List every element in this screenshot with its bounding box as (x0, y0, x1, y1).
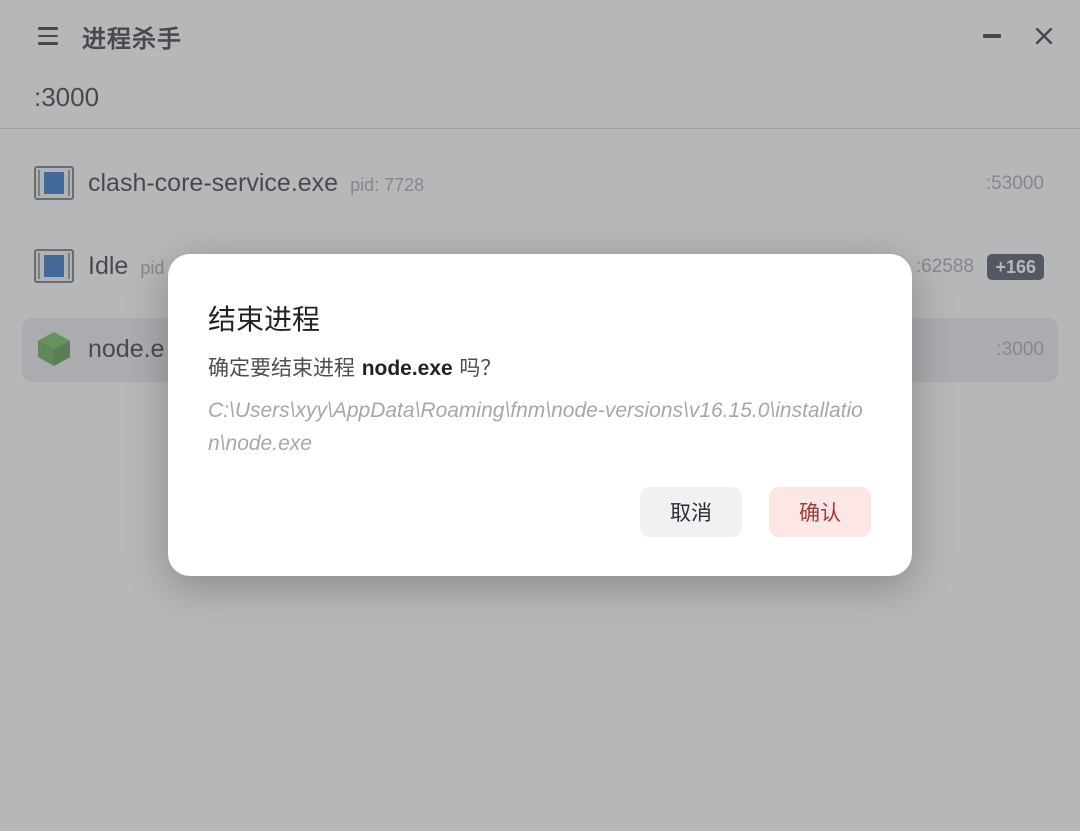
process-killer-window: 进程杀手 clash-core-service.exepid: 7728 :53… (0, 0, 1080, 831)
dialog-message-prefix: 确定要结束进程 (208, 356, 355, 380)
dialog-process-name: node.exe (361, 357, 453, 380)
dialog-title: 结束进程 (208, 303, 321, 336)
cancel-button[interactable]: 取消 (640, 487, 742, 537)
confirm-button[interactable]: 确认 (769, 487, 871, 537)
dialog-message-suffix: 吗？ (459, 356, 502, 380)
end-process-dialog: 结束进程 确定要结束进程 node.exe 吗？ C:\Users\xyy\Ap… (168, 254, 912, 576)
dialog-process-path: C:\Users\xyy\AppData\Roaming\fnm\node-ve… (208, 399, 863, 455)
dialog-message: 确定要结束进程 node.exe 吗？ (208, 352, 501, 382)
